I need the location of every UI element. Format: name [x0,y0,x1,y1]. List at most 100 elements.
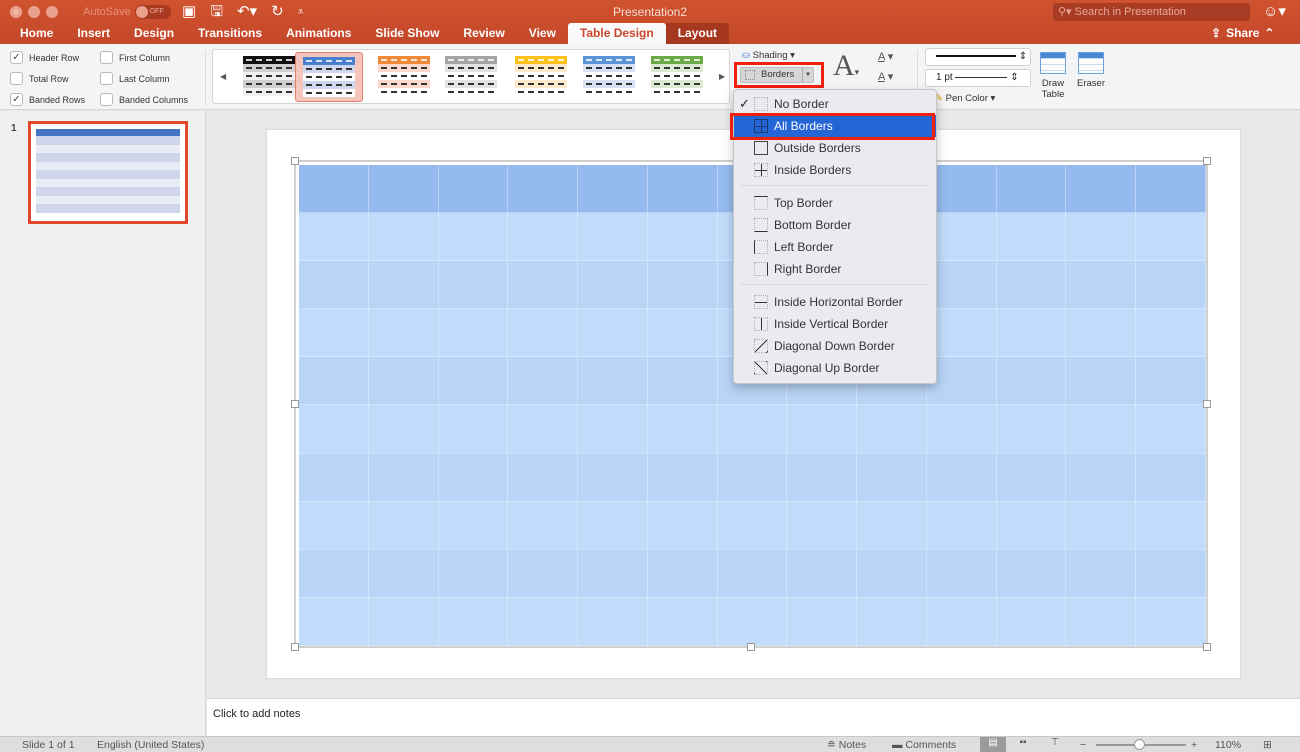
table-cell[interactable] [577,163,648,214]
table-cell[interactable] [298,404,369,454]
table-cell[interactable] [298,163,369,214]
table-style-light-blue[interactable] [583,56,635,96]
redo-icon[interactable]: ↻ [271,3,284,21]
table-cell[interactable] [995,260,1067,310]
customize-toolbar-icon[interactable]: ⩡ [298,3,304,21]
table-cell[interactable] [786,404,858,454]
table-cell[interactable] [1065,500,1137,550]
slide-sorter-button[interactable]: ▪▪ [1010,737,1036,752]
table-cell[interactable] [507,596,579,647]
table-cell[interactable] [298,452,369,502]
table-cell[interactable] [437,404,509,454]
table-cell[interactable] [577,260,648,310]
total-row-checkbox[interactable]: Total Row [10,71,100,86]
table-cell[interactable] [367,596,439,647]
table-cell[interactable] [298,260,369,310]
banded-columns-checkbox[interactable]: Banded Columns [100,92,195,107]
table-cell[interactable] [925,452,997,502]
borders-dropdown-icon[interactable]: ▼ [802,68,813,82]
table-cell[interactable] [507,308,579,358]
menu-item-no-border[interactable]: ✓ No Border [734,93,936,115]
table-cell[interactable] [1135,308,1206,358]
tab-transitions[interactable]: Transitions [186,23,274,44]
presenter-view-button[interactable]: ⊤ [1042,737,1068,752]
table-cell[interactable] [1065,404,1137,454]
table-cell[interactable] [1135,260,1206,310]
checkbox-unchecked[interactable] [10,72,23,85]
table-cell[interactable] [646,260,718,310]
table-cell[interactable] [507,548,579,598]
table-cell[interactable] [437,260,509,310]
sidebar-toggle-icon[interactable]: ▣ [182,3,196,21]
tab-design[interactable]: Design [122,23,186,44]
table-cell[interactable] [1135,548,1206,598]
table-cell[interactable] [1135,404,1206,454]
tab-review[interactable]: Review [451,23,516,44]
table-cell[interactable] [437,596,509,647]
minimize-window-button[interactable] [28,6,40,18]
quick-styles-icon[interactable]: A▾ [833,49,859,83]
resize-handle-bm[interactable] [747,643,755,651]
zoom-window-button[interactable] [46,6,58,18]
table-cell[interactable] [367,260,439,310]
zoom-out-button[interactable]: − [1080,739,1086,751]
table-cell[interactable] [577,548,648,598]
table-cell[interactable] [437,212,509,262]
resize-handle-bl[interactable] [291,643,299,651]
table-cell[interactable] [1135,596,1206,647]
table-cell[interactable] [367,500,439,550]
table-cell[interactable] [577,212,648,262]
table-cell[interactable] [716,548,788,598]
table-cell[interactable] [925,596,997,647]
menu-item-top-border[interactable]: Top Border [734,192,936,214]
table-cell[interactable] [298,596,369,647]
table-style-green[interactable] [651,56,703,96]
menu-item-inside-vertical-border[interactable]: Inside Vertical Border [734,313,936,335]
table-cell[interactable] [577,452,648,502]
header-row-checkbox[interactable]: ✓ Header Row [10,50,100,65]
table-cell[interactable] [786,500,858,550]
table-cell[interactable] [646,404,718,454]
collapse-ribbon-icon[interactable]: ⌃ [1264,26,1274,40]
save-icon[interactable]: 🖫 [210,3,223,21]
table-cell[interactable] [507,452,579,502]
language[interactable]: English (United States) [97,739,204,751]
table-cell[interactable] [577,500,648,550]
table-cell[interactable] [367,548,439,598]
pen-color-button[interactable]: ✎ Pen Color ▾ [935,93,995,104]
table-cell[interactable] [716,596,788,647]
table-cell[interactable] [1135,356,1206,406]
table-cell[interactable] [437,452,509,502]
table-cell[interactable] [507,404,579,454]
table-cell[interactable] [507,260,579,310]
table-cell[interactable] [1135,212,1206,262]
table-cell[interactable] [507,356,579,406]
table-cell[interactable] [437,356,509,406]
table-cell[interactable] [507,163,579,214]
checkbox-checked[interactable]: ✓ [10,51,23,64]
undo-icon[interactable]: ↶▾ [237,3,257,21]
table-cell[interactable] [646,356,718,406]
feedback-smiley-icon[interactable]: ☺▾ [1263,2,1286,20]
table-style-blue[interactable] [295,52,363,102]
table-cell[interactable] [367,404,439,454]
table-cell[interactable] [577,404,648,454]
menu-item-right-border[interactable]: Right Border [734,258,936,280]
table-cell[interactable] [716,500,788,550]
pen-weight-select[interactable]: 1 pt ⇕ [925,69,1031,87]
eraser-button[interactable]: Eraser [1073,52,1109,89]
table-cell[interactable] [646,308,718,358]
table-cell[interactable] [367,308,439,358]
checkbox-checked[interactable]: ✓ [10,93,23,106]
menu-item-diagonal-up-border[interactable]: Diagonal Up Border [734,357,936,379]
text-color-icon[interactable]: A ▾ [878,50,893,63]
table-cell[interactable] [995,163,1067,214]
table-cell[interactable] [646,548,718,598]
table-style-gold[interactable] [515,56,567,96]
search-input[interactable]: ⚲▾ Search in Presentation [1053,3,1250,21]
table-cell[interactable] [507,212,579,262]
table-cell[interactable] [1065,356,1137,406]
table-cell[interactable] [925,548,997,598]
tab-layout[interactable]: Layout [665,23,730,44]
zoom-in-button[interactable]: + [1191,739,1197,751]
